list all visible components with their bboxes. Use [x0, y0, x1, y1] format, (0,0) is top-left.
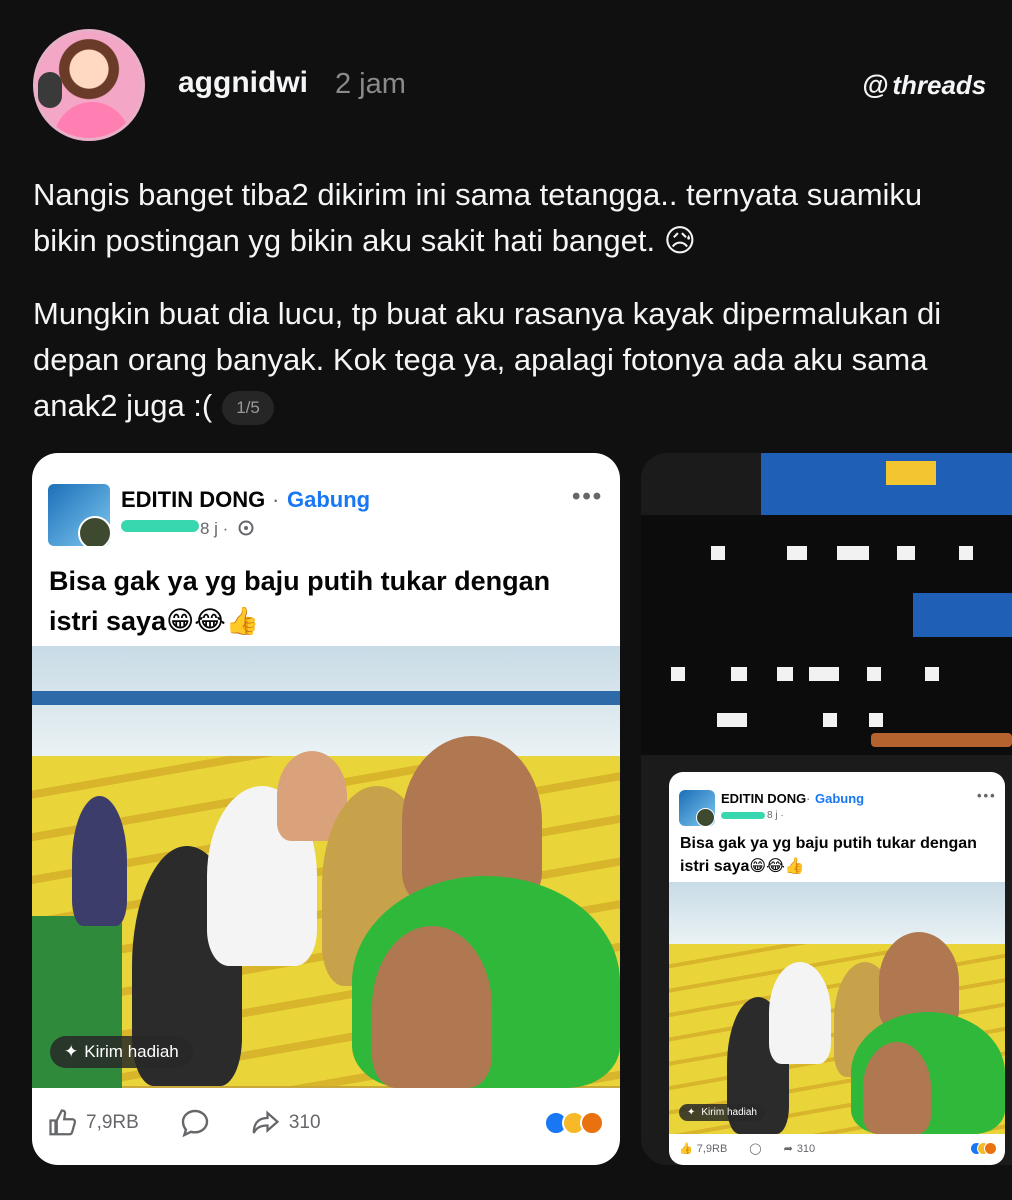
inset-redacted-name	[721, 812, 765, 819]
inset-join-label: Gabung	[815, 791, 865, 806]
censored-pixel	[867, 667, 881, 681]
inset-photo-roof	[669, 882, 1005, 944]
gift-button[interactable]: ✦ Kirim hadiah	[50, 1036, 193, 1068]
avatar-cat	[38, 72, 62, 108]
avatar-figure	[54, 102, 130, 138]
inset-reaction-icons	[970, 1142, 997, 1155]
inset-photo: ✦ Kirim hadiah	[669, 882, 1005, 1134]
censored-pixel	[959, 546, 973, 560]
share-count: 310	[288, 1112, 321, 1133]
censored-pixel	[731, 667, 747, 681]
post-text-1: Nangis banget tiba2 dikirim ini sama tet…	[33, 177, 923, 258]
redacted-name	[121, 520, 199, 532]
globe-icon	[238, 520, 254, 536]
action-bar: 7,9RB 310	[48, 1107, 604, 1139]
inset-photo-person	[863, 1042, 931, 1134]
image-card-1[interactable]: EDITIN DONG · Gabung 8 j · ••• Bisa gak …	[32, 453, 620, 1165]
post-photo[interactable]: ✦ Kirim hadiah	[32, 646, 620, 1088]
inset-photo-person	[769, 962, 831, 1064]
censored-block	[913, 593, 1012, 637]
inset-meta-time: 8 j ·	[767, 810, 784, 821]
post-text-2-body: Mungkin buat dia lucu, tp buat aku rasan…	[33, 296, 942, 423]
censored-block	[886, 461, 936, 485]
more-dots-icon[interactable]: •••	[572, 483, 603, 511]
name-separator: ·	[272, 487, 280, 512]
inset-name-separator: ·	[806, 791, 811, 806]
like-thumb-icon[interactable]	[48, 1108, 78, 1138]
gift-icon: ✦	[64, 1042, 79, 1061]
like-count: 7,9RB	[86, 1112, 139, 1133]
gift-label: Kirim hadiah	[84, 1042, 179, 1061]
censored-pixel	[717, 713, 747, 727]
join-button[interactable]: Gabung	[287, 487, 370, 513]
post-text-2: Mungkin buat dia lucu, tp buat aku rasan…	[33, 291, 973, 429]
post-meta-time: 8 j ·	[200, 519, 229, 538]
censored-pixel	[711, 546, 725, 560]
inset-comment-bubble-icon: ◯	[749, 1143, 762, 1155]
inset-gift-pill: ✦ Kirim hadiah	[679, 1104, 765, 1121]
post-caption: Bisa gak ya yg baju putih tukar dengan i…	[49, 566, 551, 636]
photo-person	[72, 796, 127, 926]
inset-like-count: 7,9RB	[696, 1142, 728, 1155]
censored-pixel	[787, 546, 807, 560]
image-card-2[interactable]: EDITIN DONG · Gabung 8 j · ••• Bisa gak …	[641, 453, 1012, 1165]
inset-caption: Bisa gak ya yg baju putih tukar dengan i…	[680, 835, 977, 875]
post-time: 2 jam	[335, 68, 406, 100]
group-logo[interactable]	[48, 484, 110, 546]
censored-pixel	[925, 667, 939, 681]
censored-pixel	[837, 546, 869, 560]
threads-at-icon: @	[862, 70, 889, 100]
photo-person	[372, 926, 492, 1088]
threads-brand: @ threads	[862, 70, 986, 101]
share-arrow-icon[interactable]	[249, 1108, 281, 1138]
inset-share-count: 310	[796, 1142, 816, 1155]
censored-pixel	[897, 546, 915, 560]
inset-share-arrow-icon: ➦	[783, 1143, 793, 1155]
inset-group-name: EDITIN DONG	[721, 791, 807, 806]
inset-action-bar: 👍 7,9RB ◯ ➦ 310	[679, 1142, 997, 1155]
poster-avatar	[78, 516, 110, 546]
inset-more-dots-icon: •••	[977, 788, 997, 803]
censored-pixel	[809, 667, 839, 681]
username[interactable]: aggnidwi	[178, 66, 308, 100]
group-name[interactable]: EDITIN DONG	[121, 487, 265, 513]
inset-fb-card[interactable]: EDITIN DONG · Gabung 8 j · ••• Bisa gak …	[669, 772, 1005, 1165]
censored-pixel	[671, 667, 685, 681]
comment-bubble-icon[interactable]	[179, 1107, 211, 1139]
inset-gift-label: Kirim hadiah	[701, 1107, 757, 1118]
reaction-icons[interactable]	[544, 1111, 604, 1135]
brand-label: threads	[892, 70, 987, 100]
carousel-counter: 1/5	[222, 390, 274, 425]
inset-group-logo	[679, 790, 715, 826]
censored-stripe	[871, 733, 1012, 747]
inset-angry-reaction-icon	[984, 1142, 997, 1155]
censored-pixel	[869, 713, 883, 727]
inset-like-thumb-icon: 👍	[679, 1143, 693, 1155]
censored-pixel	[823, 713, 837, 727]
inset-gift-icon: ✦	[687, 1107, 696, 1118]
photo-beam	[32, 691, 620, 705]
angry-reaction-icon	[580, 1111, 604, 1135]
censored-pixel	[777, 667, 793, 681]
inset-poster-avatar	[696, 808, 715, 826]
user-avatar[interactable]	[33, 29, 145, 141]
